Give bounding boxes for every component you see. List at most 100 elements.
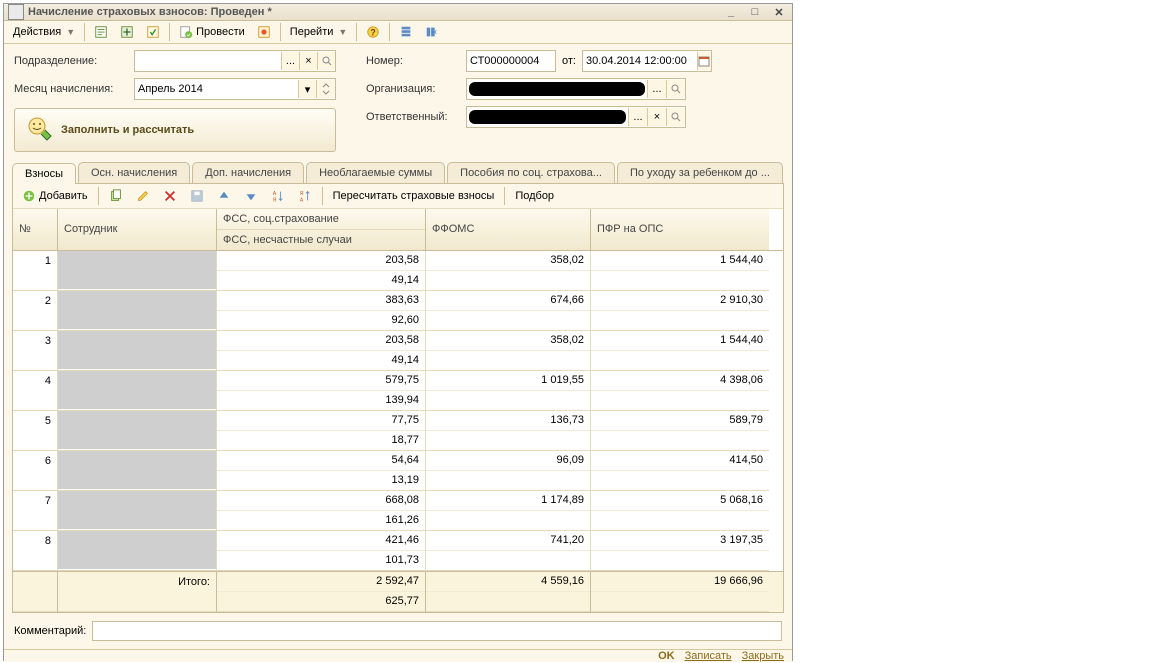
col-fss-social[interactable]: ФСС, соц.страхование <box>217 209 425 230</box>
fill-calc-button[interactable]: Заполнить и рассчитать <box>14 108 336 152</box>
actions-label: Действия <box>13 26 61 38</box>
svg-text:А: А <box>299 197 303 203</box>
subdivision-clear-button[interactable]: × <box>299 52 317 70</box>
save-row-button[interactable] <box>185 185 209 207</box>
org-pick-button[interactable]: ... <box>647 80 666 98</box>
window-title: Начисление страховых взносов: Проведен * <box>28 6 722 18</box>
resp-clear-button[interactable]: × <box>647 108 666 126</box>
tool-icon-1[interactable] <box>89 21 113 43</box>
resp-pick-button[interactable]: ... <box>628 108 647 126</box>
copy-row-button[interactable] <box>104 185 128 207</box>
select-label: Подбор <box>515 190 554 202</box>
grid-header: № Сотрудник ФСС, соц.страхованиеФСС, нес… <box>13 209 783 251</box>
footer: OK Записать Закрыть <box>4 649 792 662</box>
close-form-button[interactable]: Закрыть <box>742 650 784 662</box>
date-field[interactable] <box>582 50 712 72</box>
svg-text:Я: Я <box>272 197 276 203</box>
month-field[interactable]: ▾ <box>134 78 336 100</box>
main-toolbar: Действия▼ Провести Перейти▼ ? <box>4 21 792 44</box>
close-button[interactable]: ✕ <box>770 5 788 19</box>
col-employee[interactable]: Сотрудник <box>58 209 216 249</box>
form-area: Подразделение: ... × Месяц начисления: ▾ <box>4 44 792 152</box>
ok-button[interactable]: OK <box>658 650 675 662</box>
tab-main-accruals[interactable]: Осн. начисления <box>78 162 190 183</box>
edit-row-button[interactable] <box>131 185 155 207</box>
move-down-button[interactable] <box>239 185 263 207</box>
move-up-button[interactable] <box>212 185 236 207</box>
resp-field[interactable]: ...× <box>466 106 686 128</box>
table-row[interactable]: 1203,5849,14358,021 544,40 <box>13 251 783 291</box>
help-button[interactable]: ? <box>361 21 385 43</box>
svg-text:?: ? <box>371 28 376 38</box>
sort-asc-button[interactable]: АЯ <box>266 185 290 207</box>
org-field[interactable]: ... <box>466 78 686 100</box>
date-input[interactable] <box>583 52 697 70</box>
total-fss1: 2 592,47 <box>217 572 425 592</box>
org-label: Организация: <box>366 83 466 95</box>
tool-icon-3[interactable] <box>141 21 165 43</box>
month-input[interactable] <box>135 80 298 98</box>
post-label: Провести <box>196 26 245 38</box>
save-button[interactable]: Записать <box>685 650 732 662</box>
table-row[interactable]: 2383,6392,60674,662 910,30 <box>13 291 783 331</box>
subdivision-search-button[interactable] <box>317 52 335 70</box>
col-number[interactable]: № <box>13 209 57 249</box>
data-grid[interactable]: № Сотрудник ФСС, соц.страхованиеФСС, нес… <box>13 209 783 612</box>
sort-desc-button[interactable]: ЯА <box>293 185 317 207</box>
number-label: Номер: <box>366 55 466 67</box>
maximize-button[interactable]: □ <box>746 5 764 19</box>
goto-menu[interactable]: Перейти▼ <box>285 21 353 43</box>
table-row[interactable]: 3203,5849,14358,021 544,40 <box>13 331 783 371</box>
select-button[interactable]: Подбор <box>510 185 559 207</box>
post-button[interactable]: Провести <box>174 21 250 43</box>
grid-body[interactable]: 1203,5849,14358,021 544,402383,6392,6067… <box>13 251 783 571</box>
tool-icon-2[interactable] <box>115 21 139 43</box>
subdivision-pick-button[interactable]: ... <box>281 52 299 70</box>
total-row: Итого: 2 592,47625,77 4 559,16 19 666,96 <box>13 571 783 612</box>
comment-row: Комментарий: <box>4 613 792 649</box>
subdivision-label: Подразделение: <box>14 55 134 67</box>
resp-search-button[interactable] <box>666 108 685 126</box>
month-dropdown-button[interactable]: ▾ <box>298 80 317 98</box>
table-row[interactable]: 654,6413,1996,09414,50 <box>13 451 783 491</box>
date-calendar-button[interactable] <box>697 52 711 70</box>
grid-panel: Добавить АЯ ЯА Пересчитать страховые взн… <box>12 183 784 613</box>
svg-text:А: А <box>272 191 276 197</box>
actions-menu[interactable]: Действия▼ <box>8 21 80 43</box>
resp-label: Ответственный: <box>366 111 466 123</box>
number-input[interactable] <box>467 52 557 70</box>
tool-icon-4[interactable] <box>252 21 276 43</box>
add-row-button[interactable]: Добавить <box>17 185 93 207</box>
table-row[interactable]: 8421,46101,73741,203 197,35 <box>13 531 783 571</box>
delete-row-button[interactable] <box>158 185 182 207</box>
tab-childcare[interactable]: По уходу за ребенком до ... <box>617 162 783 183</box>
add-label: Добавить <box>39 190 88 202</box>
col-pfr[interactable]: ПФР на ОПС <box>591 209 769 249</box>
month-spin-button[interactable] <box>316 80 335 98</box>
tab-social-benefits[interactable]: Пособия по соц. страхова... <box>447 162 615 183</box>
subdivision-field[interactable]: ... × <box>134 50 336 72</box>
tab-nontaxable[interactable]: Необлагаемые суммы <box>306 162 445 183</box>
tool-icon-6[interactable] <box>420 21 444 43</box>
from-label: от: <box>556 55 582 67</box>
minimize-button[interactable]: _ <box>722 5 740 19</box>
resp-redacted <box>469 110 626 124</box>
table-row[interactable]: 7668,08161,261 174,895 068,16 <box>13 491 783 531</box>
fill-calc-icon <box>27 116 55 144</box>
table-row[interactable]: 577,7518,77136,73589,79 <box>13 411 783 451</box>
goto-label: Перейти <box>290 26 334 38</box>
tab-add-accruals[interactable]: Доп. начисления <box>192 162 304 183</box>
number-field[interactable] <box>466 50 556 72</box>
col-fss-accident[interactable]: ФСС, несчастные случаи <box>217 230 425 250</box>
comment-label: Комментарий: <box>14 625 86 637</box>
subdivision-input[interactable] <box>135 52 281 70</box>
comment-input[interactable] <box>92 621 782 641</box>
tool-icon-5[interactable] <box>394 21 418 43</box>
window-icon <box>8 4 24 20</box>
recalc-button[interactable]: Пересчитать страховые взносы <box>328 185 500 207</box>
tab-contributions[interactable]: Взносы <box>12 163 76 184</box>
org-search-button[interactable] <box>666 80 685 98</box>
recalc-label: Пересчитать страховые взносы <box>333 190 495 202</box>
table-row[interactable]: 4579,75139,941 019,554 398,06 <box>13 371 783 411</box>
col-ffoms[interactable]: ФФОМС <box>426 209 590 249</box>
